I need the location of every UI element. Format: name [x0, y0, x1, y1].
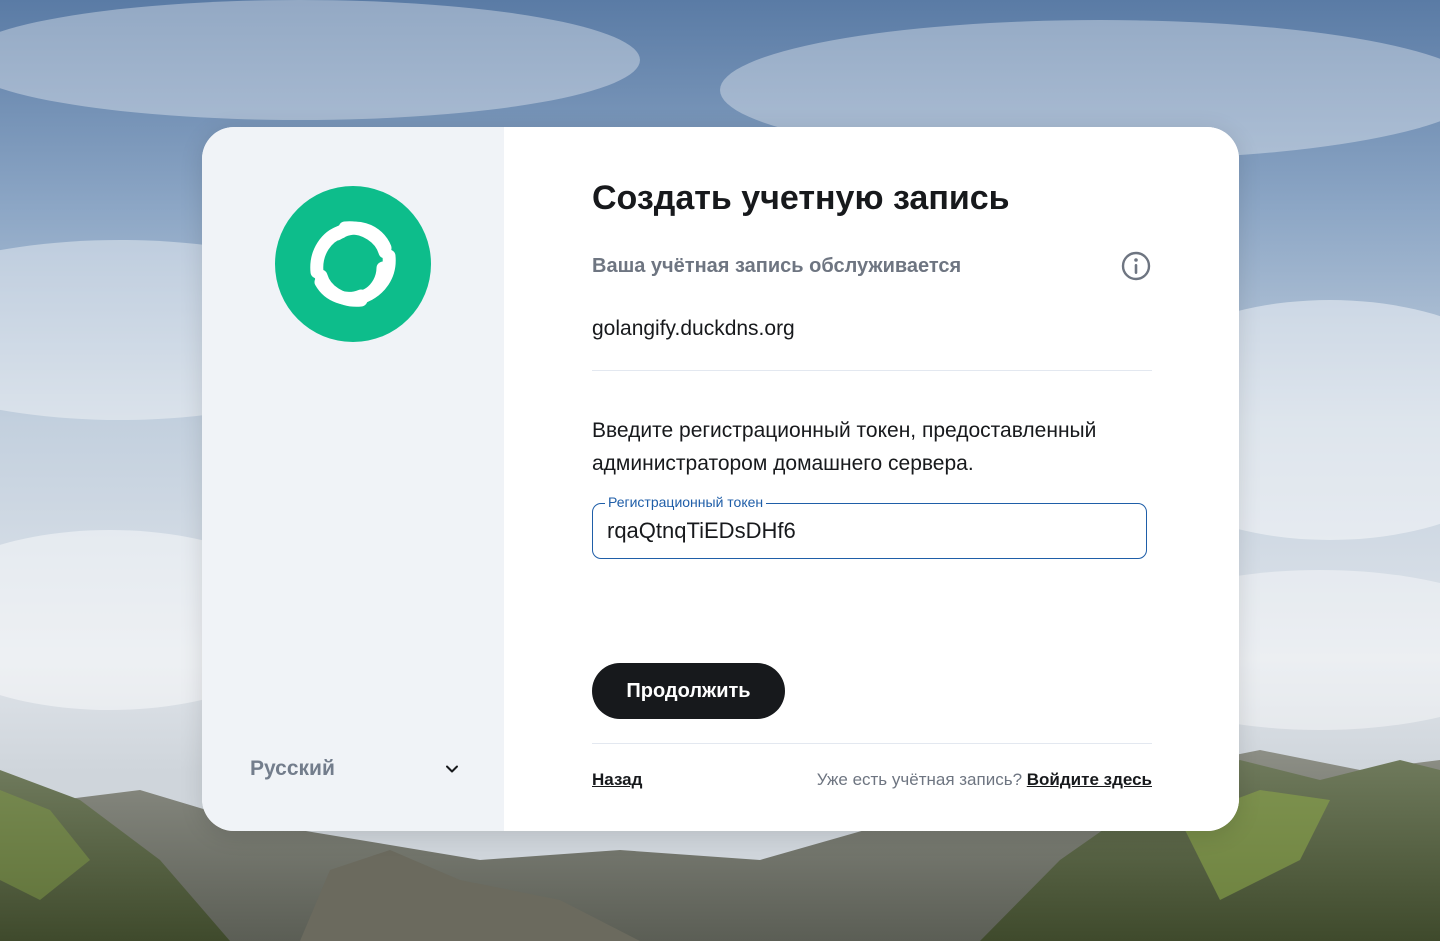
server-name: golangify.duckdns.org — [592, 317, 795, 340]
server-label: Ваша учётная запись обслуживается — [592, 255, 962, 277]
chevron-down-icon — [446, 765, 458, 773]
signin-link[interactable]: Войдите здесь — [1027, 770, 1152, 789]
registration-token-field[interactable]: Регистрационный токен — [592, 494, 1147, 559]
token-field-label: Регистрационный токен — [605, 494, 767, 511]
back-link[interactable]: Назад — [592, 770, 642, 790]
form-panel: Создать учетную запись Ваша учётная запи… — [504, 127, 1239, 831]
element-logo-icon — [275, 186, 431, 342]
registration-dialog: Русский Создать учетную запись Ваша учёт… — [202, 127, 1239, 831]
token-instructions: Введите регистрационный токен, предостав… — [592, 419, 1097, 475]
continue-button[interactable]: Продолжить — [592, 663, 785, 719]
divider — [592, 743, 1152, 744]
divider — [592, 370, 1152, 371]
page-title: Создать учетную запись — [592, 179, 1010, 217]
language-label: Русский — [250, 757, 335, 780]
branding-panel: Русский — [202, 127, 504, 831]
signin-prompt: Уже есть учётная запись? — [816, 770, 1023, 789]
language-selector[interactable]: Русский — [250, 751, 460, 787]
registration-token-input[interactable] — [607, 518, 1127, 544]
info-icon[interactable] — [1120, 250, 1152, 282]
signin-row: Уже есть учётная запись? Войдите здесь — [817, 770, 1152, 790]
